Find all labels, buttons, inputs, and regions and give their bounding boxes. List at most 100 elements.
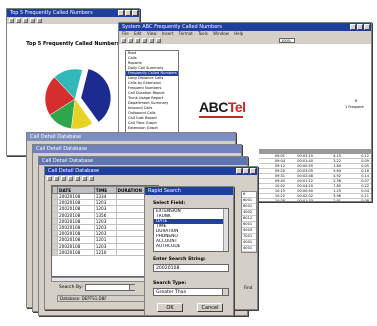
report-table-cell: 0.22 <box>361 184 369 188</box>
report-table-cell: 09:45 <box>274 179 285 183</box>
menu-file[interactable]: File <box>122 31 129 36</box>
rapid-search-titlebar[interactable]: Rapid Search <box>145 187 233 195</box>
search-type-select[interactable]: Greater Than <box>153 288 229 296</box>
field-item[interactable]: AUTHCODE <box>154 244 228 249</box>
report-table-cell: 00:02:48 <box>297 174 313 178</box>
report-table-cell: 10:22 <box>274 194 285 198</box>
data-grid: DATE TIME DURATION 200201081334150020020… <box>51 185 159 277</box>
chart-window-titlebar[interactable]: Top 5 Frequently Called Numbers <box>7 9 139 17</box>
close-icon[interactable] <box>250 168 256 174</box>
stack-title: Call Detail Database <box>42 158 94 164</box>
chart-window-title: Top 5 Frequently Called Numbers <box>10 10 93 16</box>
last-record-icon[interactable] <box>68 176 73 181</box>
menu-window[interactable]: Window <box>213 31 229 36</box>
ok-button[interactable]: OK <box>157 303 183 312</box>
menu-edit[interactable]: Edit <box>134 31 142 36</box>
report-table-cell: 2.36 <box>333 179 341 183</box>
report-table-cell: 0.07 <box>361 179 369 183</box>
sort-icon[interactable] <box>89 176 94 181</box>
maximize-icon[interactable] <box>243 168 249 174</box>
maximize-icon[interactable] <box>125 10 131 16</box>
export-icon[interactable] <box>156 38 161 43</box>
close-icon[interactable] <box>364 24 370 30</box>
stack-titlebar-2[interactable]: Call Detail Database <box>33 145 241 153</box>
chevron-down-icon[interactable] <box>222 289 228 295</box>
rapid-search-title: Rapid Search <box>148 188 181 194</box>
data-window-title: Call Detail Database <box>48 168 100 174</box>
table-cell: 20020108 <box>57 248 95 256</box>
search-string-label: Enter Search String: <box>153 257 206 262</box>
chart-icon[interactable] <box>37 18 42 23</box>
call-table: DATE TIME DURATION 200201081334150020020… <box>52 186 158 256</box>
minimize-icon[interactable] <box>350 24 356 30</box>
menu-format[interactable]: Format <box>179 31 193 36</box>
table-row[interactable]: 20020108121016 <box>52 248 158 256</box>
report-table-cell: 10:02 <box>274 184 285 188</box>
report-table-cell: 0.12 <box>361 154 369 158</box>
report-table-cell: 10:15 <box>274 189 285 193</box>
search-by-label: Search By: <box>59 285 83 290</box>
report-table-row: 10:38 00:01:33 2.91 0.08 <box>259 199 371 202</box>
field-list-scrollbar[interactable] <box>223 209 228 251</box>
zoom-select[interactable]: 100% <box>279 38 295 43</box>
report-right-table: 09:01 00:02:15 4.15 0.12 09:04 00:01:40 3.22 0.… <box>259 149 371 202</box>
prev-record-icon[interactable] <box>54 176 59 181</box>
search-string-input[interactable]: 20020108 <box>153 264 229 272</box>
menu-help[interactable]: Help <box>234 31 243 36</box>
abctel-logo: ABCTel <box>199 99 246 115</box>
report-table-cell: 09:20 <box>274 169 285 173</box>
print-icon[interactable] <box>23 18 28 23</box>
first-record-icon[interactable] <box>47 176 52 181</box>
search-icon[interactable] <box>75 176 80 181</box>
search-type-label: Search Type: <box>153 281 187 286</box>
report-table-cell: 09:31 <box>274 174 285 178</box>
menu-insert[interactable]: Insert <box>162 31 173 36</box>
next-page-icon[interactable] <box>135 38 140 43</box>
stack-title: Call Detail Database <box>30 134 82 140</box>
next-record-icon[interactable] <box>61 176 66 181</box>
report-table-cell: 0.05 <box>361 164 369 168</box>
menu-tools[interactable]: Tools <box>198 31 208 36</box>
column-date[interactable]: DATE <box>57 186 95 194</box>
rapid-search-dialog: Rapid Search Select Field: EXTENSION TRU… <box>144 186 234 316</box>
maximize-icon[interactable] <box>357 24 363 30</box>
report-table-cell: 00:03:05 <box>297 169 313 173</box>
report-side-text-1: 6 <box>355 99 358 103</box>
report-table-cell: 09:04 <box>274 159 285 163</box>
print-icon[interactable] <box>149 38 154 43</box>
copy-icon[interactable] <box>30 18 35 23</box>
report-table-cell: 3.96 <box>333 194 341 198</box>
report-table-cell: 7.85 <box>333 184 341 188</box>
far-right-values: 6 6001 6001 4002 6012 6001 4003 7001 4001 4001 <box>241 191 257 253</box>
open-icon[interactable] <box>9 18 14 23</box>
report-side-text-2: 1 Frequent <box>345 105 364 109</box>
close-icon[interactable] <box>132 10 138 16</box>
search-by-select[interactable] <box>85 284 135 291</box>
prev-page-icon[interactable] <box>128 38 133 43</box>
minimize-icon[interactable] <box>236 168 242 174</box>
save-icon[interactable] <box>16 18 21 23</box>
filter-icon[interactable] <box>82 176 87 181</box>
last-page-icon[interactable] <box>142 38 147 43</box>
menu-view[interactable]: View <box>147 31 157 36</box>
report-table-cell: 0.11 <box>361 194 369 198</box>
report-table-cell: 5.60 <box>333 169 341 173</box>
report-window-titlebar[interactable]: System ABC Frequently Called Numbers <box>119 23 371 31</box>
data-window-titlebar[interactable]: Call Detail Database <box>45 167 257 175</box>
minimize-icon[interactable] <box>118 10 124 16</box>
first-page-icon[interactable] <box>121 38 126 43</box>
grid-hscrollbar[interactable] <box>51 277 159 282</box>
search-by-dropdown-icon[interactable] <box>129 285 135 290</box>
report-table-cell: 09:01 <box>274 154 285 158</box>
report-table-cell: 00:01:40 <box>297 159 313 163</box>
report-table-cell: 2.91 <box>333 199 341 202</box>
column-time[interactable]: TIME <box>93 186 117 194</box>
report-table-cell: 00:02:15 <box>297 154 313 158</box>
stack-titlebar-1[interactable]: Call Detail Database <box>27 133 235 141</box>
tree-item[interactable]: Extension Graph <box>126 126 178 131</box>
stack-titlebar-3[interactable]: Call Detail Database <box>39 157 247 165</box>
data-toolbar <box>45 175 257 182</box>
report-table-cell: 00:04:20 <box>297 184 313 188</box>
cancel-button[interactable]: Cancel <box>197 303 223 312</box>
report-table-cell: 0.08 <box>361 199 369 202</box>
